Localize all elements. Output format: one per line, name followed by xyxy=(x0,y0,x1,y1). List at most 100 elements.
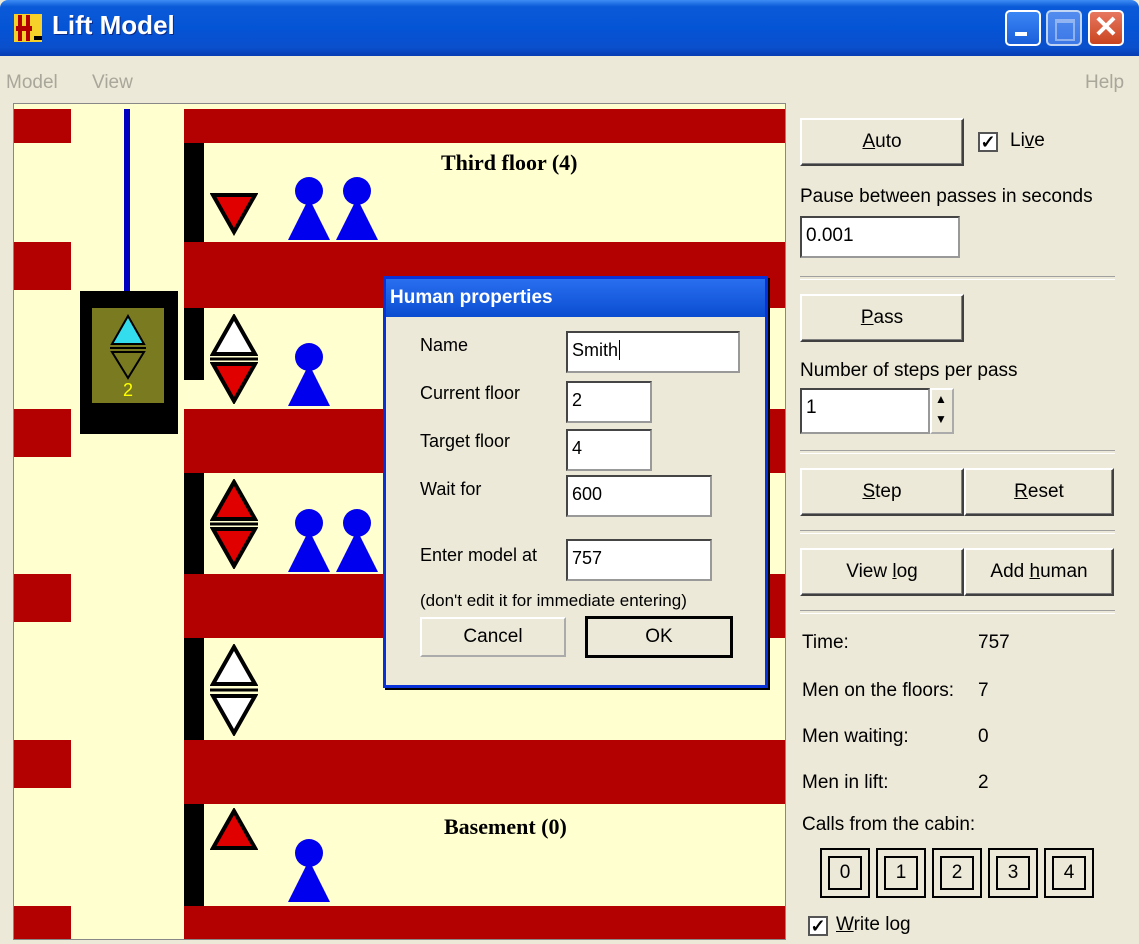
time-value: 757 xyxy=(978,632,1010,653)
separator xyxy=(800,276,1115,280)
cabin-call-1[interactable]: 1 xyxy=(876,848,926,898)
menu-help[interactable]: Help xyxy=(1085,72,1124,94)
cabin-call-2[interactable]: 2 xyxy=(932,848,982,898)
name-value: Smith xyxy=(572,340,619,360)
name-label: Name xyxy=(420,335,469,355)
reset-button[interactable]: Reset xyxy=(964,468,1114,516)
live-checkbox[interactable]: ✓ xyxy=(978,132,998,152)
addhuman-text: Add xyxy=(990,561,1030,582)
addhuman-text-rest: uman xyxy=(1040,561,1088,582)
men-waiting-value: 0 xyxy=(978,726,989,747)
call-up-icon xyxy=(210,808,258,850)
minimize-button[interactable] xyxy=(1005,10,1041,46)
viewlog-text: View xyxy=(846,561,893,582)
pass-button[interactable]: Pass xyxy=(800,294,964,342)
human-properties-dialog[interactable]: Human properties Name Smith Current floo… xyxy=(383,276,768,688)
live-text: Li xyxy=(1010,130,1025,151)
app-icon xyxy=(14,14,42,42)
floor-slab xyxy=(184,740,785,804)
call-label: 0 xyxy=(828,856,862,890)
live-label: Live xyxy=(1010,130,1045,152)
steps-spinner[interactable]: ▲ ▼ xyxy=(930,388,954,434)
wall-block xyxy=(14,740,71,788)
close-button[interactable]: ✕ xyxy=(1088,10,1124,46)
floor-slab xyxy=(184,906,785,939)
call-label: 1 xyxy=(884,856,918,890)
men-in-lift-label: Men in lift: xyxy=(802,772,889,793)
write-log-checkbox[interactable]: ✓ xyxy=(808,916,828,936)
lift-cabin[interactable]: 2 xyxy=(80,291,178,434)
cabin-call-3[interactable]: 3 xyxy=(988,848,1038,898)
step-text: tep xyxy=(875,481,902,502)
enter-model-field[interactable]: 757 xyxy=(566,539,712,581)
spin-down-icon[interactable]: ▼ xyxy=(935,412,947,426)
target-floor-field[interactable]: 4 xyxy=(566,429,652,471)
wall-block xyxy=(14,242,71,290)
spin-up-icon[interactable]: ▲ xyxy=(935,392,947,406)
auto-text-rest: uto xyxy=(875,131,902,152)
cabin-panel: 2 xyxy=(92,308,164,403)
person-icon[interactable] xyxy=(286,838,332,902)
addhuman-mnemonic: h xyxy=(1029,561,1041,582)
target-floor-label: Target floor xyxy=(420,431,511,451)
close-icon: ✕ xyxy=(1093,11,1119,44)
writelog-text: rite log xyxy=(853,914,911,935)
men-on-floors-label: Men on the floors: xyxy=(802,680,955,701)
cabin-call-0[interactable]: 0 xyxy=(820,848,870,898)
step-mnemonic: S xyxy=(862,481,876,502)
floor-label-third: Third floor (4) xyxy=(441,150,578,175)
cabin-direction-icon xyxy=(110,314,146,380)
floor-label-basement: Basement (0) xyxy=(444,814,567,839)
step-button[interactable]: Step xyxy=(800,468,964,516)
men-in-lift-value: 2 xyxy=(978,772,989,793)
name-field[interactable]: Smith xyxy=(566,331,740,373)
separator xyxy=(800,610,1115,614)
cancel-button[interactable]: Cancel xyxy=(420,617,566,657)
time-label: Time: xyxy=(802,632,849,653)
call-updown-icon xyxy=(210,644,258,736)
person-icon[interactable] xyxy=(286,508,332,572)
person-icon[interactable] xyxy=(334,176,380,240)
call-updown-icon xyxy=(210,479,258,569)
person-icon[interactable] xyxy=(334,508,380,572)
person-icon[interactable] xyxy=(286,176,332,240)
wait-for-label: Wait for xyxy=(420,479,482,499)
call-label: 4 xyxy=(1052,856,1086,890)
person-icon[interactable] xyxy=(286,342,332,406)
live-mnemonic: v xyxy=(1024,130,1035,151)
call-down-icon xyxy=(210,193,258,236)
wall-block xyxy=(14,906,71,939)
auto-button[interactable]: Auto xyxy=(800,118,964,166)
view-log-button[interactable]: View log xyxy=(800,548,964,596)
current-floor-field[interactable]: 2 xyxy=(566,381,652,423)
lift-door xyxy=(184,473,204,574)
steps-field[interactable]: 1 xyxy=(800,388,930,434)
menu-view[interactable]: View xyxy=(92,72,133,94)
enter-hint: (don't edit it for immediate entering) xyxy=(420,591,687,610)
pause-field[interactable]: 0.001 xyxy=(800,216,960,258)
calls-label: Calls from the cabin: xyxy=(802,814,976,835)
wall-block xyxy=(14,109,71,143)
call-label: 3 xyxy=(996,856,1030,890)
auto-mnemonic: A xyxy=(862,131,876,152)
wall-block xyxy=(14,409,71,457)
cabin-call-4[interactable]: 4 xyxy=(1044,848,1094,898)
men-on-floors-value: 7 xyxy=(978,680,989,701)
window-title: Lift Model xyxy=(52,10,175,40)
pass-mnemonic: P xyxy=(860,307,874,328)
separator xyxy=(800,450,1115,454)
ok-button[interactable]: OK xyxy=(585,616,733,658)
writelog-mnemonic: W xyxy=(836,914,854,935)
men-waiting-label: Men waiting: xyxy=(802,726,909,747)
maximize-button[interactable] xyxy=(1046,10,1082,46)
floor-slab xyxy=(184,109,785,143)
pause-label: Pause between passes in seconds xyxy=(800,186,1093,207)
enter-model-label: Enter model at xyxy=(420,545,538,565)
dialog-title: Human properties xyxy=(386,279,765,317)
steps-label: Number of steps per pass xyxy=(800,360,1018,381)
menu-model[interactable]: Model xyxy=(6,72,58,94)
add-human-button[interactable]: Add human xyxy=(964,548,1114,596)
lift-door xyxy=(184,308,204,380)
wait-for-field[interactable]: 600 xyxy=(566,475,712,517)
separator xyxy=(800,530,1115,534)
